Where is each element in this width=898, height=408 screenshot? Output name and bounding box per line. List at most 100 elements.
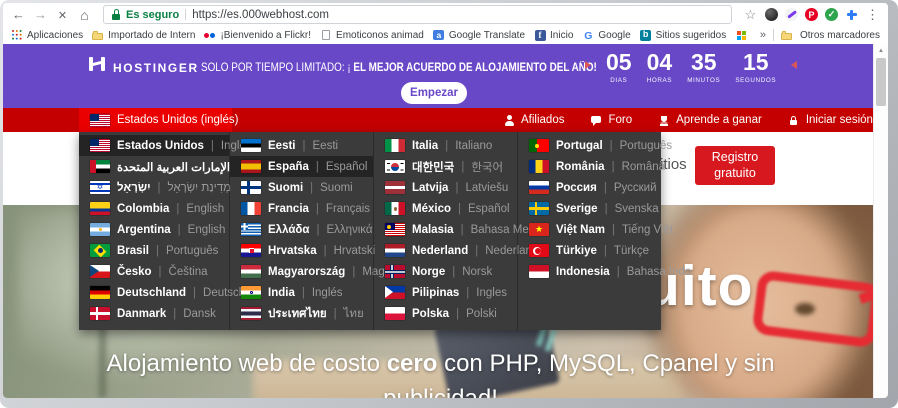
language-option-it-italiano[interactable]: Italia | Italiano [374,135,517,156]
nav-link-afiliados[interactable]: Afiliados [503,114,564,126]
language-option-ar-english[interactable]: Argentina | English [79,219,229,240]
language-name: Português [165,244,219,257]
scrollbar[interactable] [873,44,888,398]
language-option-hr-hrvatski[interactable]: Hrvatska | Hrvatski [230,240,375,261]
bookmark-item-importado-de-intern[interactable]: Importado de Intern [92,29,195,41]
bookmark-item-aplicaciones[interactable]: Aplicaciones [11,29,83,41]
url-text: https://es.000webhost.com [192,8,329,21]
bookmark-item-google-translate[interactable]: Google Translate [433,29,525,41]
language-option-pt-portugu-s[interactable]: Portugal | Português [518,135,672,156]
language-name: Latviešu [465,181,509,194]
language-dropdown: Estados Unidos | Inglés دولة الإمارات العرب… [79,132,694,330]
back-icon[interactable] [11,8,26,21]
language-option-tr-t-rk-e[interactable]: Türkiye | Türkçe [518,240,661,261]
language-option-mx-espa-ol[interactable]: México | Español [374,198,517,219]
language-option-id-bahasa-indo[interactable]: Indonesia | Bahasa Indo. [518,261,694,282]
bookmark-item-bienvenido-a-flickr[interactable]: ¡Bienvenido a Flickr! [204,29,311,41]
nav-link-iniciar-sesi-n[interactable]: Iniciar sesión [788,114,873,126]
bookmark-label: Aplicaciones [27,29,84,41]
language-option-us-ingl-s[interactable]: Estados Unidos | Inglés [79,135,252,156]
ee-flag-icon [241,139,261,152]
extension-plus-icon[interactable] [845,8,858,21]
language-option-no-norsk[interactable]: Norge | Norsk [374,261,517,282]
language-option-es-espa-ol[interactable]: España | Español [230,156,373,177]
language-option-th[interactable]: ประเทศไทย | ไทย [230,303,373,324]
language-option-kr[interactable]: 대한민국 | 한국어 [374,156,517,177]
country-name: Indonesia [556,265,610,278]
nav-link-aprende-a-ganar[interactable]: Aprende a ganar [658,114,762,126]
empezar-button[interactable]: Empezar [401,82,467,104]
google-icon [582,29,594,42]
hostinger-logo-icon[interactable] [89,57,105,71]
language-option-my-bahasa-melayu[interactable]: Malasia | Bahasa Melayu [374,219,550,240]
language-name: Ingles [476,286,507,299]
language-option-ph-ingles[interactable]: Pilipinas | Ingles [374,282,517,303]
scrollbar-thumb[interactable] [876,58,886,106]
language-option-il[interactable]: יִשְׂרָאֵל | מְדִינַת יִשְׂרָאֵל [79,177,231,198]
language-option-ru[interactable]: Россия | Русский [518,177,661,198]
extension-dark-icon[interactable] [765,8,778,21]
home-icon[interactable] [77,8,92,22]
extension-pinterest-icon[interactable] [805,8,818,21]
language-option-br-portugu-s[interactable]: Brasil | Português [79,240,229,261]
stop-icon[interactable] [55,8,70,22]
lv-flag-icon [385,181,405,194]
other-bookmarks-label[interactable]: Otros marcadores [800,30,880,41]
language-option-co-english[interactable]: Colombia | English [79,198,229,219]
scrollbar-up-arrow[interactable] [874,44,888,57]
bookmark-item-sitios-sugeridos[interactable]: Sitios sugeridos [640,29,726,41]
forward-icon[interactable] [33,8,48,21]
bookmark-item-google[interactable]: Google [582,29,631,42]
language-option-pl-polski[interactable]: Polska | Polski [374,303,517,324]
language-option-hu-magyar[interactable]: Magyarország | Magyar [230,261,401,282]
brand-name[interactable]: HOSTINGER [113,61,199,75]
separator: | [315,160,319,173]
dk-flag-icon [90,307,110,320]
address-bar[interactable]: Es seguro https://es.000webhost.com [103,5,732,24]
nl-flag-icon [385,244,405,257]
bookmarks-overflow-chevron[interactable]: » [760,29,766,41]
separator: | [301,286,305,299]
signup-button[interactable]: Registro gratuito [695,146,775,185]
country-name: Pilipinas [412,286,460,299]
promo-banner: HOSTINGER SOLO POR TIEMPO LIMITADO: ¡ EL… [3,44,888,108]
language-option-in-ingl-s[interactable]: India | Inglés [230,282,373,303]
bookmark-label: ¡Bienvenido a Flickr! [220,29,312,41]
address-divider [185,9,187,20]
fr-flag-icon [241,202,261,215]
nav-link-foro[interactable]: Foro [590,114,632,126]
browser-menu-icon[interactable] [865,8,880,21]
language-selector[interactable]: Estados Unidos (inglés) [79,108,238,132]
extension-pen-icon[interactable] [785,8,798,21]
extension-check-icon[interactable] [825,8,838,21]
language-option-nl-nederlands[interactable]: Nederland | Nederlands [374,240,544,261]
countdown-value: 15 [742,49,769,75]
language-option-gr[interactable]: Ελλάδα | Ελληνικά [230,219,373,240]
bookmark-label: Google [598,29,631,41]
language-option-vn-ti-ng-vi-t[interactable]: Việt Nam | Tiếng Việt [518,219,673,240]
language-option-ee-eesti[interactable]: Eesti | Eesti [230,135,373,156]
flickr-icon [204,29,216,41]
site-navbar: Estados Unidos (inglés) Afiliados Foro Apr… [3,108,888,132]
language-name: Türkçe [613,244,650,257]
separator: | [460,223,464,236]
language-name: Čeština [168,265,208,278]
country-name: România [556,160,605,173]
language-option-ae[interactable]: دولة الإمارات العربية المتحدة|العربية [79,156,302,177]
language-option-cz-e-tina[interactable]: Česko | Čeština [79,261,229,282]
country-name: Latvija [412,181,449,194]
language-option-se-svenska[interactable]: Sverige | Svenska [518,198,661,219]
bookmark-item-personalizar-v-nculos[interactable]: Personalizar vínculos [735,29,752,41]
bookmark-item-emoticonos-animad[interactable]: Emoticonos animad [320,29,424,41]
language-option-dk-dansk[interactable]: Danmark | Dansk [79,303,229,324]
bookmark-star-icon[interactable] [743,8,758,21]
language-option-de-deutsch[interactable]: Deutschland | Deutsch [79,282,245,303]
language-column-2: Eesti | Eesti España | Español Suomi | Suomi Fran… [229,132,401,330]
language-option-fi-suomi[interactable]: Suomi | Suomi [230,177,373,198]
language-option-lv-latvie-u[interactable]: Latvija | Latviešu [374,177,517,198]
language-option-fr-fran-ais[interactable]: Francia | Français [230,198,373,219]
language-option-ro-rom-n[interactable]: România | Română [518,156,665,177]
ro-flag-icon [529,160,549,173]
country-name: Argentina [117,223,171,236]
bookmark-item-inicio[interactable]: Inicio [534,29,573,41]
